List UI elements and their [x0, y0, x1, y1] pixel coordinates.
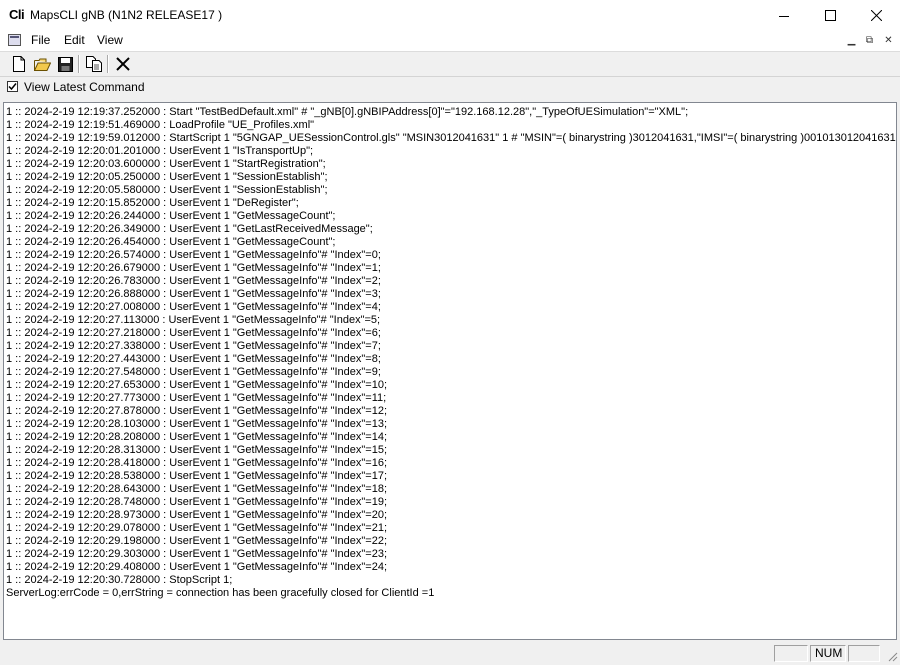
resize-grip-icon[interactable]	[886, 650, 898, 662]
status-bar: NUM	[0, 643, 900, 664]
window-title: MapsCLI gNB (N1N2 RELEASE17 )	[30, 8, 223, 22]
log-line: 1 :: 2024-2-19 12:20:29.198000 : UserEve…	[6, 535, 388, 547]
log-line: 1 :: 2024-2-19 12:20:28.208000 : UserEve…	[6, 431, 388, 443]
log-line: 1 :: 2024-2-19 12:20:26.783000 : UserEve…	[6, 275, 381, 287]
log-line: 1 :: 2024-2-19 12:20:27.548000 : UserEve…	[6, 366, 381, 378]
log-line: 1 :: 2024-2-19 12:20:27.653000 : UserEve…	[6, 379, 388, 391]
log-line: 1 :: 2024-2-19 12:19:59.012000 : StartSc…	[6, 132, 897, 144]
copy-icon[interactable]	[84, 54, 104, 74]
minimize-icon[interactable]	[761, 0, 807, 31]
child-close-icon[interactable]: ✕	[881, 34, 896, 48]
toolbar	[0, 52, 900, 77]
log-line: 1 :: 2024-2-19 12:20:26.574000 : UserEve…	[6, 249, 381, 261]
log-line: 1 :: 2024-2-19 12:19:51.469000 : LoadPro…	[6, 119, 315, 131]
log-line: 1 :: 2024-2-19 12:20:27.008000 : UserEve…	[6, 301, 381, 313]
app-icon: Cli	[9, 7, 25, 22]
log-line: 1 :: 2024-2-19 12:20:29.408000 : UserEve…	[6, 561, 388, 573]
log-line: 1 :: 2024-2-19 12:20:05.250000 : UserEve…	[6, 171, 328, 183]
log-line: 1 :: 2024-2-19 12:20:01.201000 : UserEve…	[6, 145, 314, 157]
status-pane-scrl	[848, 645, 880, 662]
title-bar[interactable]: Cli MapsCLI gNB (N1N2 RELEASE17 )	[0, 0, 900, 31]
menu-file[interactable]: File	[31, 33, 50, 47]
menu-bar: File Edit View ▁ ⧉ ✕	[0, 31, 900, 52]
log-line: 1 :: 2024-2-19 12:20:28.313000 : UserEve…	[6, 444, 388, 456]
close-icon[interactable]	[853, 0, 899, 31]
log-line: 1 :: 2024-2-19 12:20:28.103000 : UserEve…	[6, 418, 388, 430]
log-line: 1 :: 2024-2-19 12:20:27.218000 : UserEve…	[6, 327, 381, 339]
log-line: 1 :: 2024-2-19 12:20:28.538000 : UserEve…	[6, 470, 388, 482]
log-output[interactable]: 1 :: 2024-2-19 12:19:37.252000 : Start "…	[3, 102, 897, 640]
open-folder-icon[interactable]	[32, 54, 52, 74]
log-line: 1 :: 2024-2-19 12:20:26.244000 : UserEve…	[6, 210, 336, 222]
child-restore-icon[interactable]: ⧉	[862, 34, 877, 48]
log-line: 1 :: 2024-2-19 12:20:26.349000 : UserEve…	[6, 223, 373, 235]
status-num: NUM	[810, 645, 846, 662]
log-line: 1 :: 2024-2-19 12:20:26.454000 : UserEve…	[6, 236, 336, 248]
log-line: 1 :: 2024-2-19 12:20:28.643000 : UserEve…	[6, 483, 388, 495]
menu-view[interactable]: View	[97, 33, 123, 47]
log-line: 1 :: 2024-2-19 12:20:29.303000 : UserEve…	[6, 548, 388, 560]
log-line: 1 :: 2024-2-19 12:20:26.888000 : UserEve…	[6, 288, 381, 300]
log-line: ServerLog:errCode = 0,errString = connec…	[6, 587, 435, 599]
new-file-icon[interactable]	[9, 54, 29, 74]
log-line: 1 :: 2024-2-19 12:20:27.443000 : UserEve…	[6, 353, 381, 365]
log-line: 1 :: 2024-2-19 12:20:28.418000 : UserEve…	[6, 457, 388, 469]
menu-edit[interactable]: Edit	[64, 33, 85, 47]
log-line: 1 :: 2024-2-19 12:20:29.078000 : UserEve…	[6, 522, 388, 534]
document-icon[interactable]	[8, 34, 21, 46]
log-line: 1 :: 2024-2-19 12:20:27.878000 : UserEve…	[6, 405, 388, 417]
log-line: 1 :: 2024-2-19 12:20:28.748000 : UserEve…	[6, 496, 388, 508]
maximize-icon[interactable]	[807, 0, 853, 31]
view-latest-label[interactable]: View Latest Command	[24, 80, 145, 94]
log-line: 1 :: 2024-2-19 12:20:28.973000 : UserEve…	[6, 509, 388, 521]
log-line: 1 :: 2024-2-19 12:20:26.679000 : UserEve…	[6, 262, 381, 274]
cut-icon[interactable]	[113, 54, 133, 74]
log-line: 1 :: 2024-2-19 12:19:37.252000 : Start "…	[6, 106, 689, 118]
log-lines: 1 :: 2024-2-19 12:19:37.252000 : Start "…	[6, 106, 897, 600]
log-line: 1 :: 2024-2-19 12:20:27.338000 : UserEve…	[6, 340, 381, 352]
log-line: 1 :: 2024-2-19 12:20:27.113000 : UserEve…	[6, 314, 381, 326]
child-minimize-icon[interactable]: ▁	[844, 34, 859, 48]
log-line: 1 :: 2024-2-19 12:20:27.773000 : UserEve…	[6, 392, 387, 404]
log-line: 1 :: 2024-2-19 12:20:30.728000 : StopScr…	[6, 574, 233, 586]
view-latest-row: View Latest Command	[0, 78, 900, 100]
view-latest-checkbox[interactable]	[7, 81, 18, 92]
save-icon[interactable]	[55, 54, 75, 74]
log-line: 1 :: 2024-2-19 12:20:05.580000 : UserEve…	[6, 184, 328, 196]
log-line: 1 :: 2024-2-19 12:20:03.600000 : UserEve…	[6, 158, 326, 170]
status-pane-blank	[774, 645, 808, 662]
log-line: 1 :: 2024-2-19 12:20:15.852000 : UserEve…	[6, 197, 299, 209]
